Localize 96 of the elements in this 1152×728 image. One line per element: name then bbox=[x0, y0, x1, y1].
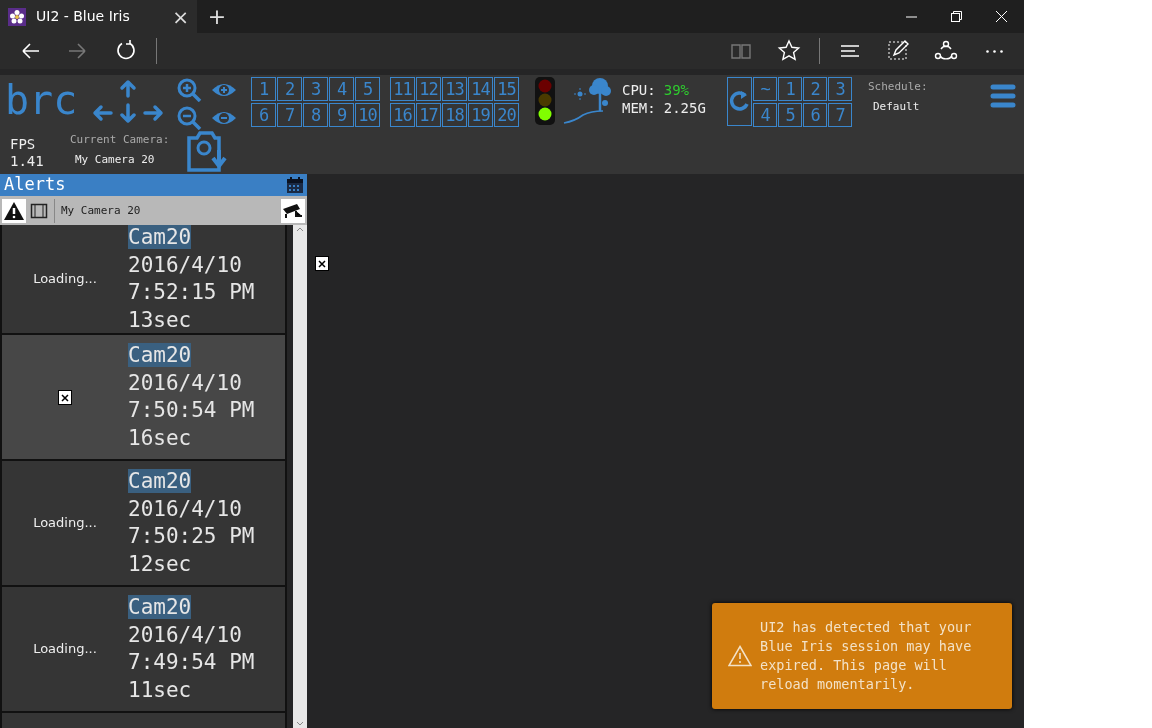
flower-icon bbox=[8, 7, 26, 26]
camera-button[interactable]: 20 bbox=[494, 102, 519, 127]
alert-date: 2016/4/10 bbox=[128, 369, 243, 397]
close-icon bbox=[996, 11, 1007, 22]
current-camera-label: Current Camera: bbox=[70, 133, 171, 146]
alert-item[interactable]: Cam20 2016/4/10 7:50:54 PM 16sec bbox=[0, 335, 287, 461]
menu-icon bbox=[990, 83, 1016, 109]
alert-item[interactable]: Loading... Cam20 2016/4/10 7:49:54 PM 11sec bbox=[0, 587, 287, 713]
alerts-title: Alerts bbox=[4, 173, 66, 197]
camera-button[interactable]: 14 bbox=[468, 77, 493, 101]
zoom-in-button[interactable] bbox=[177, 78, 203, 102]
alert-time: 7:49:54 PM bbox=[128, 649, 255, 676]
profile-button[interactable]: 4 bbox=[753, 102, 777, 127]
alert-duration: 11sec bbox=[128, 676, 193, 704]
current-camera-name: My Camera 20 bbox=[75, 153, 156, 166]
alert-time: 7:50:25 PM bbox=[128, 523, 255, 550]
scroll-up-icon[interactable] bbox=[295, 225, 305, 233]
security-camera-icon bbox=[282, 202, 304, 219]
profile-button[interactable]: ~ bbox=[753, 77, 777, 101]
fps-value: 1.41 bbox=[10, 153, 45, 170]
camera-button[interactable]: 13 bbox=[442, 77, 467, 101]
camera-button[interactable]: 6 bbox=[251, 102, 276, 127]
profile-button[interactable]: 3 bbox=[828, 77, 852, 101]
dash-icon bbox=[906, 15, 917, 18]
camera-button[interactable]: 17 bbox=[416, 102, 441, 127]
loading-text: Loading... bbox=[33, 270, 97, 289]
toast-message: UI2 has detected that your Blue Iris session may have expired. This page will reload momentarily. bbox=[760, 618, 973, 694]
camera-button[interactable]: 4 bbox=[329, 77, 354, 101]
cpu-label: CPU: bbox=[622, 81, 656, 99]
alert-duration: 12sec bbox=[128, 550, 193, 578]
profile-button[interactable]: 2 bbox=[803, 77, 827, 101]
warning-icon bbox=[728, 645, 752, 667]
new-tab-button[interactable]: + bbox=[197, 0, 237, 33]
camera-button[interactable] bbox=[281, 198, 305, 223]
alert-duration: 16sec bbox=[128, 424, 193, 452]
camera-name: Cam20 bbox=[128, 469, 192, 493]
camera-button[interactable]: 3 bbox=[303, 77, 328, 101]
alert-date: 2016/4/10 bbox=[128, 251, 243, 279]
profile-button[interactable]: 6 bbox=[803, 102, 827, 127]
zoom-out-icon bbox=[177, 106, 203, 130]
profile-button[interactable]: 5 bbox=[778, 102, 802, 127]
tab-title: UI2 - Blue Iris bbox=[36, 7, 131, 26]
zoom-in-icon bbox=[177, 78, 203, 102]
alert-filter-button[interactable] bbox=[2, 198, 26, 223]
alert-date: 2016/4/10 bbox=[128, 495, 243, 523]
camera-button[interactable]: 9 bbox=[329, 102, 354, 127]
camera-name: Cam20 bbox=[128, 343, 192, 367]
cpu-value: 39% bbox=[663, 81, 689, 99]
camera-name: Cam20 bbox=[128, 225, 192, 249]
camera-button[interactable]: 7 bbox=[277, 102, 302, 127]
pan-arrows-icon bbox=[92, 79, 164, 123]
scrollbar[interactable] bbox=[293, 225, 307, 728]
profile-button[interactable]: 7 bbox=[828, 102, 852, 127]
camera-button[interactable]: 5 bbox=[355, 77, 380, 101]
alert-item[interactable]: Loading... Cam20 2016/4/10 7:52:15 PM 13sec bbox=[0, 225, 287, 335]
camera-button[interactable]: 18 bbox=[442, 102, 467, 127]
warning-icon bbox=[3, 200, 25, 221]
more-icon bbox=[985, 49, 1003, 53]
alert-date: 2016/4/10 bbox=[128, 621, 243, 649]
tree-sun-icon bbox=[563, 75, 613, 125]
camera-filter-text: My Camera 20 bbox=[61, 204, 142, 217]
calendar-button[interactable] bbox=[286, 176, 304, 194]
logo-text: brc bbox=[5, 76, 78, 124]
overlapping-squares-icon bbox=[951, 11, 962, 22]
refresh-profile-button[interactable] bbox=[727, 77, 752, 126]
broken-image-icon bbox=[58, 389, 72, 405]
browser-tab[interactable]: UI2 - Blue Iris × bbox=[0, 0, 197, 33]
camera-button[interactable]: 19 bbox=[468, 102, 493, 127]
mem-value: 2.25G bbox=[663, 99, 706, 117]
alert-item[interactable]: Loading... Cam20 2016/4/10 7:50:25 PM 12sec bbox=[0, 461, 287, 587]
broken-image-icon bbox=[315, 256, 329, 271]
fps-label: FPS bbox=[10, 136, 37, 153]
alert-duration: 13sec bbox=[128, 306, 193, 334]
camera-button[interactable]: 12 bbox=[416, 77, 441, 101]
menu-button[interactable] bbox=[990, 83, 1016, 109]
camera-button[interactable]: 16 bbox=[390, 102, 415, 127]
loading-text: Loading... bbox=[33, 514, 97, 533]
camera-button[interactable]: 11 bbox=[390, 77, 415, 101]
camera-button[interactable]: 2 bbox=[277, 77, 302, 101]
profile-button[interactable]: 1 bbox=[778, 77, 802, 101]
camera-button[interactable]: 10 bbox=[355, 102, 380, 127]
camera-button[interactable]: 8 bbox=[303, 102, 328, 127]
camera-name: Cam20 bbox=[128, 595, 192, 619]
loading-text: Loading... bbox=[33, 640, 97, 659]
camera-button[interactable]: 1 bbox=[251, 77, 276, 101]
film-icon bbox=[30, 202, 48, 219]
film-button[interactable] bbox=[30, 202, 48, 219]
zoom-out-button[interactable] bbox=[177, 106, 203, 130]
alert-time: 7:50:54 PM bbox=[128, 397, 255, 424]
alert-time: 7:52:15 PM bbox=[128, 279, 255, 306]
schedule-value: Default bbox=[873, 100, 921, 113]
mem-label: MEM: bbox=[622, 99, 656, 117]
schedule-label: Schedule: bbox=[868, 80, 928, 93]
close-tab-button[interactable]: × bbox=[172, 1, 189, 32]
camera-button[interactable]: 15 bbox=[494, 77, 519, 101]
scroll-down-icon[interactable] bbox=[295, 720, 305, 728]
